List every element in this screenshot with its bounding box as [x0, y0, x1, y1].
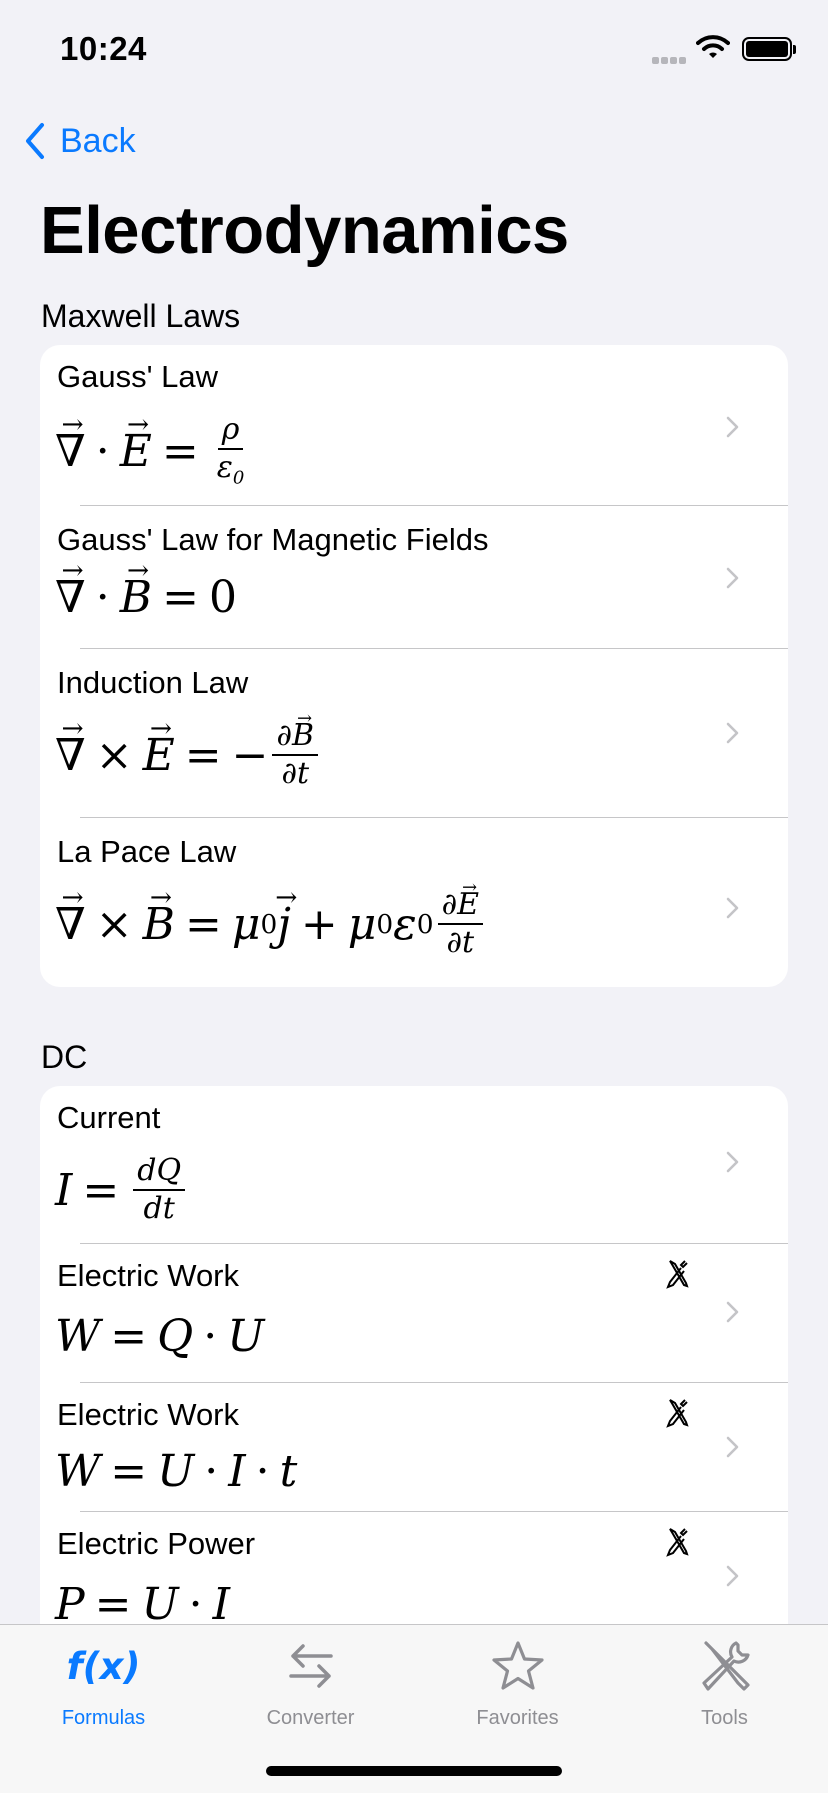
status-bar: 10:24: [0, 0, 828, 100]
battery-cap: [793, 45, 796, 54]
formula-induction-law: ∇×E=− ∂B∂t: [55, 721, 322, 789]
section-header-maxwell-laws: Maxwell Laws: [41, 298, 241, 334]
formula-electric-work-uit: W = U · I · t: [55, 1445, 298, 1497]
status-time: 10:24: [60, 30, 147, 67]
dc-card: Current I = dQ dt Electric Work W = Q · U Elec…: [40, 1086, 788, 1646]
back-button[interactable]: Back: [24, 118, 136, 164]
formula-row-induction-law[interactable]: Induction Law ∇×E=− ∂B∂t: [40, 649, 788, 818]
formula-row-gauss-law-magnetic[interactable]: Gauss' Law for Magnetic Fields ∇·B=0: [40, 506, 788, 649]
formula-electric-work-qu: W = Q · U: [55, 1310, 265, 1362]
formula-current: I = dQ dt: [55, 1156, 189, 1224]
chevron-right-icon: [721, 1435, 745, 1459]
formula-name: Electric Work: [57, 1258, 240, 1293]
page-title: Electrodynamics: [40, 193, 569, 268]
chevron-right-icon: [721, 721, 745, 745]
fx-icon: f(x): [66, 1644, 141, 1688]
tab-label: Tools: [701, 1707, 748, 1729]
formula-name: Current: [57, 1100, 161, 1135]
chevron-right-icon: [721, 415, 745, 439]
formula-row-electric-work-qu[interactable]: Electric Work W = Q · U: [40, 1244, 788, 1383]
tab-label: Formulas: [61, 1707, 146, 1729]
wrench-screwdriver-icon[interactable]: [664, 1258, 692, 1290]
formula-gauss-law: ∇·E= ρε0: [55, 415, 252, 487]
formula-la-pace-law: ∇×B= μ0j+ μ0ε0 ∂E∂t: [55, 890, 487, 958]
chevron-right-icon: [721, 1150, 745, 1174]
star-icon: [491, 1639, 545, 1693]
battery-icon: [742, 37, 792, 61]
maxwell-laws-card: Gauss' Law ∇·E= ρε0 Gauss' Law for Magne…: [40, 345, 788, 987]
formula-gauss-law-magnetic: ∇·B=0: [55, 568, 237, 626]
wrench-screwdriver-icon[interactable]: [664, 1397, 692, 1429]
formula-name: Electric Power: [57, 1526, 256, 1561]
formula-row-gauss-law[interactable]: Gauss' Law ∇·E= ρε0: [40, 345, 788, 506]
formula-name: Induction Law: [57, 665, 249, 700]
arrows-left-right-icon: [287, 1639, 335, 1693]
chevron-right-icon: [721, 1564, 745, 1588]
cellular-signal-icon: [652, 51, 688, 69]
wifi-icon: [696, 34, 730, 65]
home-indicator: [266, 1766, 562, 1776]
tab-bar: f(x) Formulas Converter Favorites Tools: [0, 1624, 828, 1793]
formula-row-la-pace-law[interactable]: La Pace Law ∇×B= μ0j+ μ0ε0 ∂E∂t: [40, 818, 788, 987]
chevron-left-icon: [26, 123, 44, 159]
formula-row-current[interactable]: Current I = dQ dt: [40, 1086, 788, 1244]
formula-row-electric-work-uit[interactable]: Electric Work W = U · I · t: [40, 1383, 788, 1512]
formula-name: La Pace Law: [57, 834, 237, 869]
chevron-right-icon: [721, 1300, 745, 1324]
section-header-dc: DC: [41, 1039, 88, 1075]
wrench-screwdriver-icon[interactable]: [664, 1526, 692, 1558]
tab-label: Favorites: [476, 1707, 559, 1729]
formula-name: Gauss' Law for Magnetic Fields: [57, 522, 489, 557]
tab-tools[interactable]: Tools: [621, 1625, 828, 1745]
formula-name: Gauss' Law: [57, 359, 218, 394]
wrench-screwdriver-icon: [698, 1639, 752, 1693]
tab-label: Converter: [266, 1707, 355, 1729]
tab-favorites[interactable]: Favorites: [414, 1625, 621, 1745]
back-label: Back: [60, 121, 136, 160]
formula-name: Electric Work: [57, 1397, 240, 1432]
chevron-right-icon: [721, 896, 745, 920]
chevron-right-icon: [721, 566, 745, 590]
tab-converter[interactable]: Converter: [207, 1625, 414, 1745]
tab-formulas[interactable]: f(x) Formulas: [0, 1625, 207, 1745]
